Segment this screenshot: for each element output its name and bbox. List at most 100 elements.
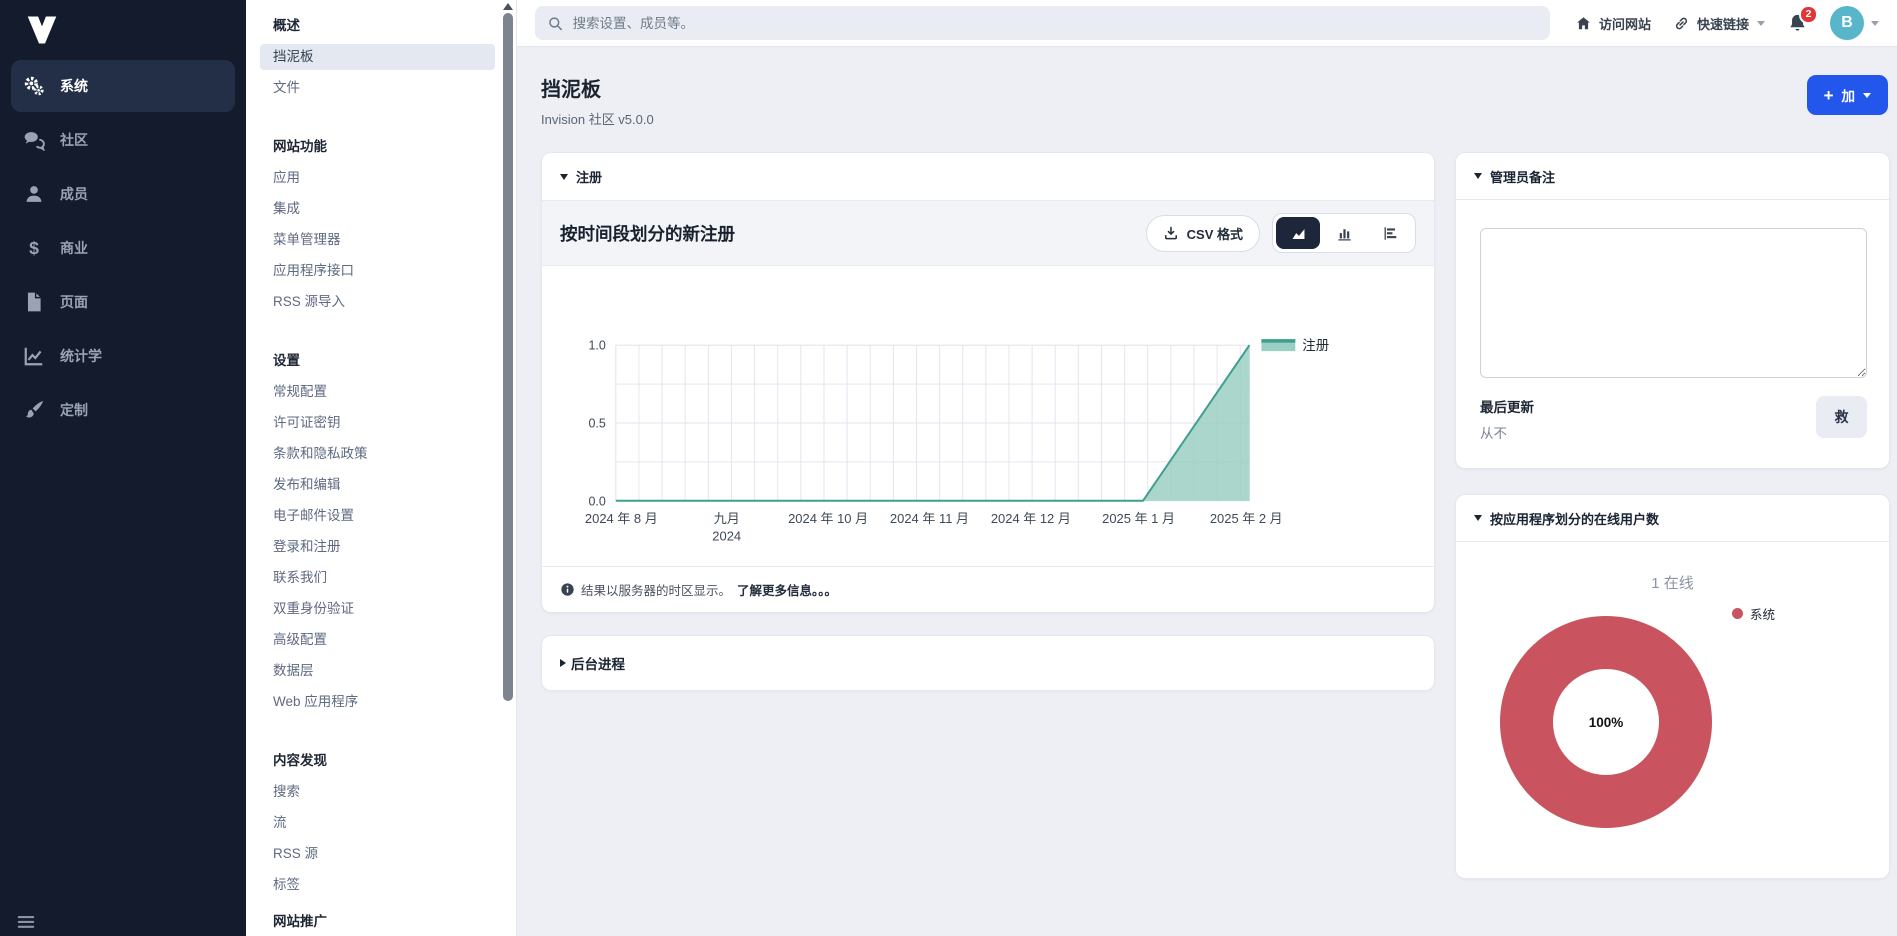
background-processes-header[interactable]: 后台进程 xyxy=(542,636,1434,690)
submenu-item[interactable]: 登录和注册 xyxy=(260,534,495,560)
info-icon xyxy=(560,582,575,597)
csv-format-button[interactable]: CSV 格式 xyxy=(1146,215,1260,252)
submenu-item[interactable]: 标签 xyxy=(260,872,495,898)
svg-text:2024 年 8 月: 2024 年 8 月 xyxy=(585,511,658,526)
submenu-item[interactable]: 应用 xyxy=(260,165,495,191)
account-menu[interactable]: B xyxy=(1830,6,1879,40)
svg-text:注册: 注册 xyxy=(1302,338,1329,353)
submenu-item[interactable]: RSS 源导入 xyxy=(260,289,495,315)
column-chart-toggle[interactable] xyxy=(1322,217,1366,249)
brush-icon xyxy=(23,399,45,421)
submenu-item[interactable]: 联系我们 xyxy=(260,565,495,591)
submenu-item[interactable]: 电子邮件设置 xyxy=(260,503,495,529)
rail-item-label: 统计学 xyxy=(60,346,102,366)
topbar: 访问网站 快速链接 2 B xyxy=(517,0,1897,47)
scroll-up-arrow-icon[interactable] xyxy=(503,3,513,10)
rail-item-commerce[interactable]: $商业 xyxy=(11,222,235,274)
area-chart-svg: 0.00.51.02024 年 8 月九月20242024 年 10 月2024… xyxy=(542,266,1434,566)
submenu-item[interactable]: 条款和隐私政策 xyxy=(260,441,495,467)
scrollbar-thumb[interactable] xyxy=(503,13,513,701)
donut-legend: 系统 xyxy=(1732,604,1775,623)
topbar-right: 访问网站 快速链接 2 B xyxy=(1575,6,1879,40)
person-icon xyxy=(23,183,45,205)
submenu-item[interactable]: 数据层 xyxy=(260,658,495,684)
submenu-section-header: 网站推广 xyxy=(246,910,500,930)
submenu-item[interactable]: 发布和编辑 xyxy=(260,472,495,498)
legend-label: 系统 xyxy=(1750,604,1775,623)
submenu-item[interactable]: 高级配置 xyxy=(260,627,495,653)
online-users-header[interactable]: 按应用程序划分的在线用户数 xyxy=(1456,495,1889,542)
submenu-item[interactable]: 应用程序接口 xyxy=(260,258,495,284)
rail-item-members[interactable]: 成员 xyxy=(11,168,235,220)
submenu-section-header: 网站功能 xyxy=(246,135,500,155)
rail-item-pages[interactable]: 页面 xyxy=(11,276,235,328)
search-input[interactable] xyxy=(573,16,1538,31)
submenu-item[interactable]: 挡泥板 xyxy=(260,44,495,70)
submenu-section: 网站功能应用集成菜单管理器应用程序接口 RSS 源导入 xyxy=(246,135,500,315)
admin-notes-header[interactable]: 管理员备注 xyxy=(1456,153,1889,200)
submenu-section: 网站推广 xyxy=(246,910,500,930)
caret-down-icon xyxy=(1474,515,1482,521)
plus-icon: + xyxy=(1824,87,1834,104)
quick-links-menu[interactable]: 快速链接 xyxy=(1673,14,1765,33)
table-view-toggle[interactable] xyxy=(1368,217,1412,249)
submenu-item[interactable]: 双重身份验证 xyxy=(260,596,495,622)
save-notes-button[interactable]: 救 xyxy=(1816,396,1867,438)
submenu-item[interactable]: 菜单管理器 xyxy=(260,227,495,253)
submenu-section: 概述挡泥板文件 xyxy=(246,14,500,101)
rail-item-community[interactable]: 社区 xyxy=(11,114,235,166)
submenu-item[interactable]: 常规配置 xyxy=(260,379,495,405)
submenu-section-header: 内容发现 xyxy=(246,749,500,769)
admin-app: 系统社区成员$商业页面统计学定制 概述挡泥板文件网站功能应用集成菜单管理器应用程… xyxy=(0,0,1897,936)
submenu-item[interactable]: Web 应用程序 xyxy=(260,689,495,715)
svg-text:2024 年 10 月: 2024 年 10 月 xyxy=(788,511,868,526)
caret-down-icon xyxy=(1474,173,1482,179)
page-title: 挡泥板 xyxy=(541,73,654,102)
last-updated-value: 从不 xyxy=(1480,422,1534,442)
visit-site-link[interactable]: 访问网站 xyxy=(1575,14,1651,33)
submenu-item[interactable]: 流 xyxy=(260,810,495,836)
main-area: 访问网站 快速链接 2 B 挡泥板 xyxy=(517,0,1897,936)
chevron-down-icon xyxy=(1871,21,1879,26)
rail-item-label: 系统 xyxy=(60,76,88,96)
chat-bubbles-icon xyxy=(23,129,45,151)
rail-item-label: 定制 xyxy=(60,400,88,420)
add-button-label: 加 xyxy=(1842,85,1856,105)
learn-more-link[interactable]: 了解更多信息。。。 xyxy=(737,580,837,599)
rail-item-label: 社区 xyxy=(60,130,88,150)
submenu-section-header: 概述 xyxy=(246,14,500,34)
svg-text:2024 年 11 月: 2024 年 11 月 xyxy=(890,511,969,526)
submenu-item[interactable]: 搜索 xyxy=(260,779,495,805)
notifications-button[interactable]: 2 xyxy=(1787,13,1808,34)
rail-item-system[interactable]: 系统 xyxy=(11,60,235,112)
svg-text:2025 年 1 月: 2025 年 1 月 xyxy=(1102,511,1175,526)
gears-icon xyxy=(23,75,45,97)
invision-logo-icon[interactable] xyxy=(24,12,60,48)
submenu-item[interactable]: 许可证密钥 xyxy=(260,410,495,436)
notification-badge: 2 xyxy=(1799,5,1818,24)
columns: 注册 按时间段划分的新注册 CSV 格式 xyxy=(541,152,1890,879)
svg-text:0.0: 0.0 xyxy=(589,494,606,508)
svg-text:0.5: 0.5 xyxy=(589,416,606,430)
area-chart-toggle[interactable] xyxy=(1276,217,1320,249)
search-icon xyxy=(547,15,564,32)
rail-item-statistics[interactable]: 统计学 xyxy=(11,330,235,382)
add-button[interactable]: + 加 xyxy=(1807,75,1888,115)
chevron-down-icon xyxy=(1757,21,1765,26)
online-total-label: 1 在线 xyxy=(1456,572,1889,593)
admin-notes-textarea[interactable] xyxy=(1480,228,1867,378)
search-bar xyxy=(535,6,1550,40)
registrations-panel-header[interactable]: 注册 xyxy=(542,153,1434,200)
submenu-scrollbar[interactable] xyxy=(500,0,517,936)
rail-item-customization[interactable]: 定制 xyxy=(11,384,235,436)
hamburger-icon[interactable] xyxy=(15,911,37,933)
right-column: 管理员备注 最后更新 从不 救 xyxy=(1455,152,1890,879)
submenu-item[interactable]: RSS 源 xyxy=(260,841,495,867)
page-header: 挡泥板 Invision 社区 v5.0.0 + 加 xyxy=(541,73,1890,128)
avatar[interactable]: B xyxy=(1830,6,1864,40)
chart-footer: 结果以服务器的时区显示。 了解更多信息。。。 xyxy=(542,566,1434,612)
page-icon xyxy=(23,291,45,313)
submenu-item[interactable]: 集成 xyxy=(260,196,495,222)
submenu-item[interactable]: 文件 xyxy=(260,75,495,101)
dollar-icon: $ xyxy=(23,237,45,259)
